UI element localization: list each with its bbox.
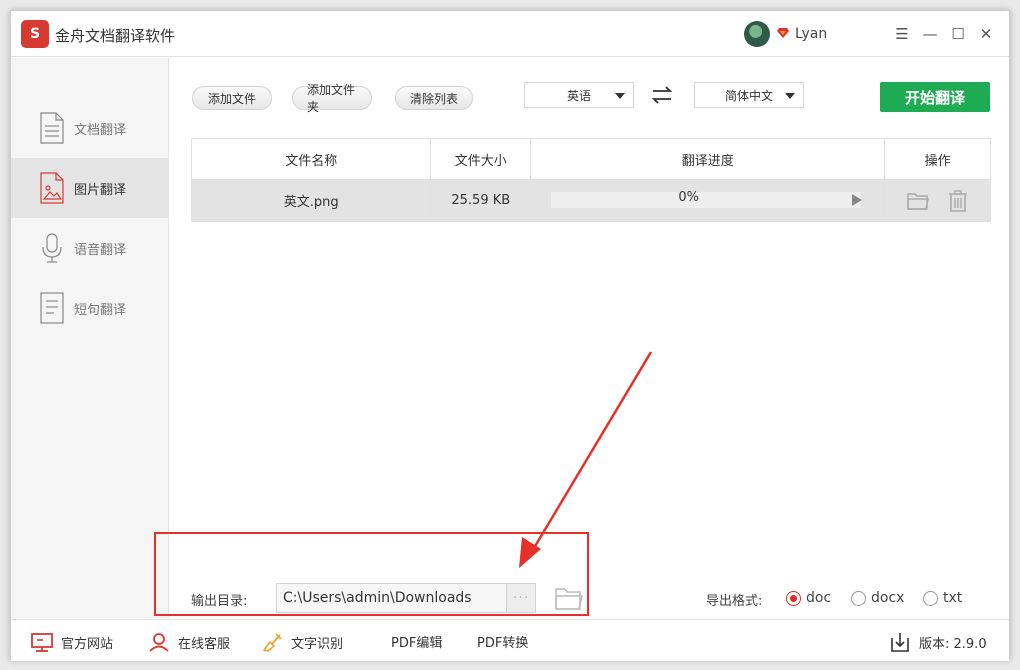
export-format-label: 导出格式: [706,594,763,609]
pdf-edit-link[interactable]: PDF编辑 [391,632,442,651]
sidebar-item-voice[interactable]: 语音翻译 [11,218,169,278]
ocr-label: 文字识别 [291,636,344,652]
pdf-convert-label: PDF转换 [477,636,529,651]
pdf-convert-link[interactable]: PDF转换 [477,632,528,651]
brush-icon [262,633,282,652]
sidebar-item-label: 文档翻译 [74,122,127,138]
chevron-down-icon [615,93,625,99]
microphone-icon [42,233,62,263]
folder-icon[interactable] [906,189,930,213]
sidebar-item-label: 语音翻译 [74,242,127,258]
service-link[interactable]: 在线客服 [148,632,230,652]
website-link[interactable]: 官方网站 [31,632,113,652]
version-label: 版本: 2.9.0 [919,636,987,652]
close-button[interactable]: ✕ [975,23,997,45]
sidebar-item-label: 短句翻译 [74,302,127,318]
header-actions: 操作 [924,153,951,169]
format-option-label: doc [806,590,832,606]
file-size-cell: 25.59 KB [431,180,532,221]
sidebar-item-document[interactable]: 文档翻译 [11,98,169,158]
target-language-select[interactable]: 简体中文 [694,82,804,108]
header-progress: 翻译进度 [531,139,886,179]
format-radio-doc[interactable]: doc [786,590,831,606]
table-header: 文件名称 文件大小 翻译进度 操作 [192,139,990,180]
play-icon[interactable] [852,194,863,206]
text-icon [40,292,64,324]
maximize-button[interactable]: ☐ [947,23,969,45]
radio-dot [851,590,866,606]
table-row[interactable]: 英文.png 25.59 KB 0% [192,180,990,221]
output-dir-input[interactable] [276,583,508,613]
open-folder-icon[interactable] [554,584,584,612]
pdf-edit-label: PDF编辑 [391,636,443,651]
add-folder-button[interactable]: 添加文件夹 [292,83,372,114]
sidebar: 文档翻译 图片翻译 语音翻译 短句翻译 [11,58,169,618]
add-file-button[interactable]: 添加文件 [192,86,272,110]
version-info[interactable]: 版本: 2.9.0 [889,632,987,652]
format-radio-txt[interactable]: txt [923,590,962,606]
vip-diamond-icon [777,28,789,38]
format-option-label: docx [871,590,905,606]
browse-button[interactable]: ··· [506,583,536,613]
output-dir-label: 输出目录: [191,594,248,609]
target-language-value: 简体中文 [724,88,773,103]
start-translate-button[interactable]: 开始翻译 [880,82,990,112]
app-title: 金舟文档翻译软件 [55,27,176,45]
app-logo-icon: S [21,20,49,48]
clear-list-button[interactable]: 清除列表 [395,86,473,110]
app-window: S 金舟文档翻译软件 Lyan ☰ — ☐ ✕ 文档翻译 图片翻译 语音翻译 短… [10,10,1011,661]
source-language-value: 英语 [566,88,591,103]
chevron-down-icon [785,93,795,99]
file-table: 文件名称 文件大小 翻译进度 操作 英文.png 25.59 KB 0% [191,138,991,222]
header-file-size: 文件大小 [431,139,532,179]
source-language-select[interactable]: 英语 [524,82,634,108]
format-option-label: txt [943,590,963,606]
sidebar-item-sentence[interactable]: 短句翻译 [11,278,169,338]
footer: 官方网站 在线客服 文字识别 PDF编辑 PDF转换 版本: 2.9.0 [11,619,1009,661]
image-icon [40,172,64,204]
monitor-icon [31,633,53,652]
radio-dot [786,590,801,606]
minimize-button[interactable]: — [919,23,941,45]
swap-languages-icon[interactable] [650,83,674,107]
main-content: 添加文件 添加文件夹 清除列表 英语 简体中文 开始翻译 文件名称 文件大小 翻… [170,58,1011,618]
title-bar: S 金舟文档翻译软件 Lyan ☰ — ☐ ✕ [11,11,1009,57]
avatar[interactable] [744,21,770,47]
sidebar-item-image[interactable]: 图片翻译 [11,158,169,218]
actions-cell [885,180,990,221]
file-name-cell: 英文.png [192,180,432,221]
format-radio-docx[interactable]: docx [851,590,904,606]
progress-text: 0% [678,190,699,205]
sidebar-item-label: 图片翻译 [74,182,127,198]
menu-icon[interactable]: ☰ [891,23,913,45]
document-icon [40,112,64,144]
customer-service-icon [149,633,169,652]
ocr-link[interactable]: 文字识别 [261,632,343,652]
website-label: 官方网站 [61,636,114,652]
username[interactable]: Lyan [795,26,827,42]
progress-cell: 0% [531,180,886,221]
header-file-name: 文件名称 [192,139,432,179]
service-label: 在线客服 [178,636,231,652]
download-icon [891,633,909,652]
trash-icon[interactable] [946,189,970,213]
radio-dot [923,590,938,606]
